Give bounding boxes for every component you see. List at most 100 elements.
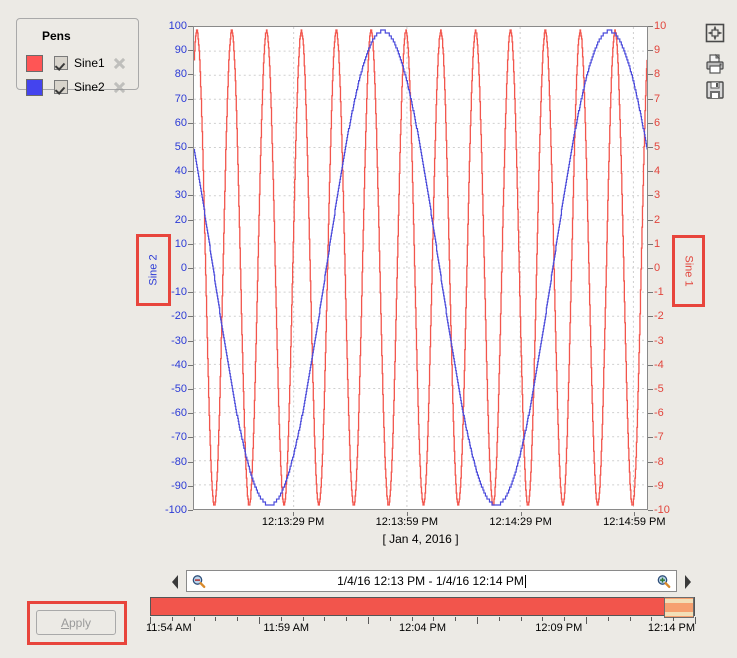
- timeline-tick: [346, 617, 348, 621]
- timeline-tick: [237, 617, 239, 621]
- y-axis-right-tick: [648, 485, 653, 487]
- y-axis-left-tick: [188, 195, 193, 197]
- range-scroll-right-button[interactable]: [681, 572, 695, 592]
- y-axis-left-tick-label: 60: [174, 116, 187, 129]
- y-axis-right-tick: [648, 292, 653, 294]
- y-axis-left-tick: [188, 510, 193, 511]
- timeline-track[interactable]: [150, 597, 695, 618]
- pen-checkbox-sine1[interactable]: [54, 56, 68, 70]
- zoom-range-value: 1/4/16 12:13 PM - 1/4/16 12:14 PM: [337, 574, 524, 588]
- y-axis-right-tick-label: 8: [654, 68, 661, 81]
- timeline-scrubber[interactable]: [150, 597, 696, 624]
- y-axis-left-tick-label: 20: [174, 213, 187, 226]
- y-axis-right-tick: [648, 74, 653, 76]
- x-axis-tick-label: 12:13:29 PM: [261, 516, 325, 528]
- y-axis-left-tick: [188, 292, 193, 294]
- y-axis-right-tick-label: -7: [654, 431, 664, 444]
- timeline-labels: 11:54 AM 11:59 AM 12:04 PM 12:09 PM 12:14 PM: [146, 622, 695, 638]
- y-axis-left-tick-label: 100: [168, 20, 187, 32]
- x-axis-date-caption: [ Jan 4, 2016 ]: [382, 532, 459, 546]
- zoom-range-field[interactable]: 1/4/16 12:13 PM - 1/4/16 12:14 PM: [186, 570, 677, 592]
- timeline-tick: [324, 617, 326, 621]
- timeline-tick: [629, 617, 631, 621]
- y-axis-right-tick-label: 2: [654, 213, 661, 226]
- apply-label: Apply: [61, 616, 91, 630]
- chart-plot-area[interactable]: [193, 26, 648, 510]
- y-axis-right-tick-label: 4: [654, 165, 661, 178]
- timeline-label: 11:54 AM: [146, 622, 192, 634]
- y-axis-right-tick-label: -5: [654, 383, 664, 395]
- y-axis-left-tick: [188, 74, 193, 76]
- y-axis-left-tick-label: -10: [171, 286, 187, 299]
- y-axis-right-tick-label: 9: [654, 44, 661, 57]
- y-axis-right-tick: [648, 364, 653, 366]
- timeline-tick: [564, 617, 566, 621]
- y-axis-left-tick-label: 30: [174, 189, 187, 202]
- range-scroll-left-button[interactable]: [168, 572, 182, 592]
- magnifier-minus-icon[interactable]: [191, 574, 207, 590]
- y-axis-right-tick-label: -4: [654, 358, 664, 371]
- y-axis-right-title: Sine 1: [682, 255, 695, 287]
- y-axis-left-tick: [188, 243, 193, 245]
- y-axis-left-tick: [188, 50, 193, 52]
- y-axis-right-tick: [648, 98, 653, 100]
- y-axis-right-tick-label: -1: [654, 286, 664, 299]
- pen-checkbox-sine2[interactable]: [54, 80, 68, 94]
- y-axis-right-tick: [648, 195, 653, 197]
- text-caret: [524, 574, 526, 588]
- timeline-tick: [280, 617, 282, 621]
- timeline-fill: [151, 598, 665, 615]
- fit-to-window-icon[interactable]: [703, 21, 727, 45]
- apply-label-rest: pply: [69, 615, 92, 630]
- y-axis-left-tick-label: -50: [171, 383, 187, 395]
- timeline-tick: [171, 617, 173, 621]
- y-axis-right-title-highlight: Sine 1: [672, 235, 705, 307]
- y-axis-right-tick-label: -6: [654, 407, 664, 420]
- y-axis-left-title: Sine 2: [147, 254, 160, 286]
- y-axis-right-tick: [648, 147, 653, 148]
- timeline-tick: [193, 617, 195, 621]
- y-axis-left-tick: [188, 147, 193, 148]
- y-axis-left-tick-label: -90: [171, 479, 187, 492]
- pen-color-swatch-sine2[interactable]: [26, 78, 43, 96]
- timeline-tick: [498, 617, 500, 621]
- y-axis-left-tick-label: 40: [174, 165, 187, 178]
- timeline-label: 11:59 AM: [263, 622, 310, 634]
- pen-color-swatch-sine1[interactable]: [26, 54, 43, 72]
- timeline-tick: [215, 617, 217, 621]
- close-x-icon[interactable]: [113, 57, 126, 70]
- y-axis-right-tick: [648, 122, 653, 124]
- y-axis-left-tick-label: -20: [171, 310, 187, 323]
- y-axis-left-tick-label: -80: [171, 455, 187, 468]
- floppy-save-icon[interactable]: [703, 78, 727, 102]
- pens-group: Pens Sine1 Sine2: [16, 18, 139, 96]
- timeline-selection-handle[interactable]: [664, 597, 694, 618]
- y-axis-right-tick-label: -9: [654, 479, 664, 492]
- series-line-sine1: [194, 29, 647, 506]
- x-axis-tick: [520, 512, 522, 516]
- y-axis-right-tick-label: -2: [654, 310, 664, 323]
- timeline-tick: [607, 617, 609, 621]
- y-axis-right-tick-label: -8: [654, 455, 664, 468]
- timeline-label: 12:09 PM: [535, 622, 583, 634]
- y-axis-right-tick-label: 7: [654, 92, 661, 105]
- x-axis: 12:13:29 PM 12:13:59 PM 12:14:29 PM 12:14:5…: [193, 512, 666, 532]
- pen-label-sine1: Sine1: [74, 56, 105, 70]
- close-x-icon[interactable]: [113, 81, 126, 94]
- apply-button[interactable]: Apply: [36, 610, 116, 635]
- y-axis-left-tick: [188, 316, 193, 318]
- timeline-tick: [411, 617, 413, 621]
- timeline-tick: [455, 617, 457, 621]
- y-axis-right-tick: [648, 461, 653, 463]
- y-axis-right-tick: [648, 268, 653, 269]
- apply-label-mnemonic: A: [60, 615, 69, 630]
- y-axis-left-tick: [188, 122, 193, 124]
- y-axis-left-tick: [188, 171, 193, 173]
- pen-row-sine2[interactable]: Sine2: [26, 77, 126, 97]
- printer-icon[interactable]: [703, 52, 727, 76]
- magnifier-plus-icon[interactable]: [656, 574, 672, 590]
- y-axis-right-tick: [648, 316, 653, 318]
- x-axis-tick-label: 12:14:59 PM: [603, 516, 666, 528]
- pen-row-sine1[interactable]: Sine1: [26, 53, 126, 73]
- y-axis-left-tick-label: 50: [174, 141, 187, 153]
